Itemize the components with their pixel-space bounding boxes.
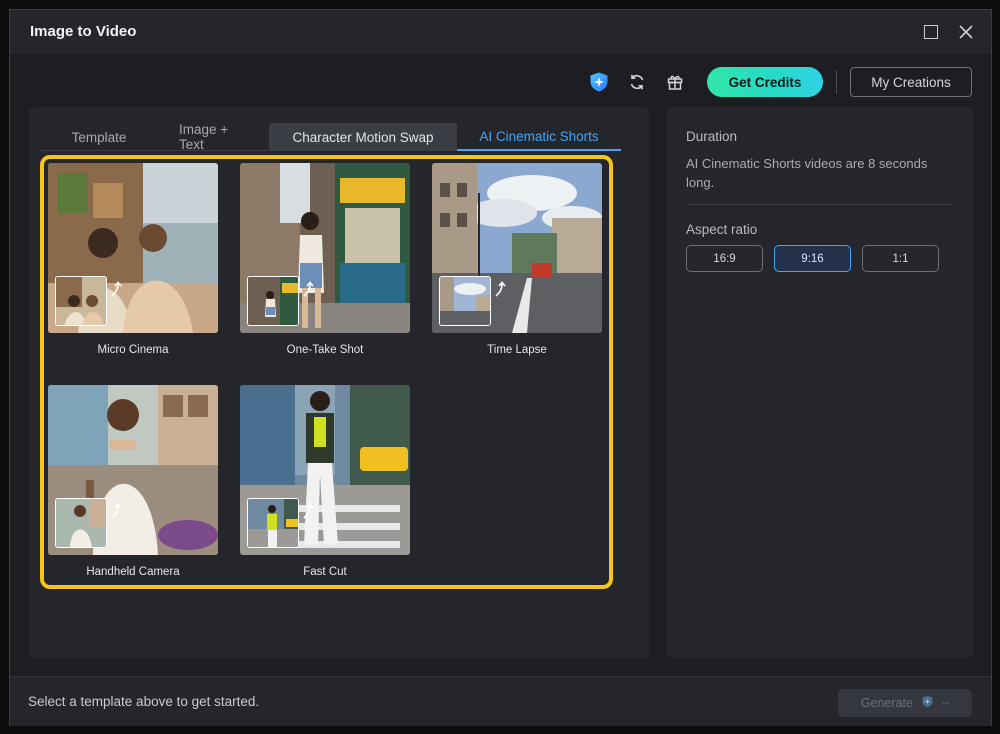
- footer-bar: Select a template above to get started. …: [10, 676, 991, 726]
- source-image-thumbnail: [439, 276, 491, 326]
- gift-icon[interactable]: [663, 70, 687, 94]
- template-thumbnail: [48, 163, 218, 333]
- template-card-fast-cut[interactable]: Fast Cut: [240, 385, 410, 578]
- tab-ai-cinematic-shorts[interactable]: AI Cinematic Shorts: [457, 123, 621, 151]
- dialog-title: Image to Video: [30, 23, 137, 40]
- tab-template[interactable]: Template: [41, 123, 157, 151]
- template-label: Time Lapse: [487, 344, 547, 356]
- generate-cost: --: [941, 697, 950, 709]
- template-label: One-Take Shot: [286, 344, 364, 356]
- source-image-thumbnail: [55, 276, 107, 326]
- my-creations-button[interactable]: My Creations: [850, 67, 972, 97]
- tab-character-motion-swap[interactable]: Character Motion Swap: [269, 123, 457, 151]
- tab-bar: Template Image + Text Character Motion S…: [41, 122, 621, 152]
- template-label: Fast Cut: [303, 566, 347, 578]
- footer-hint: Select a template above to get started.: [28, 694, 260, 709]
- source-image-thumbnail: [55, 498, 107, 548]
- aspect-ratio-16-9-button[interactable]: 16:9: [686, 245, 763, 272]
- template-grid-highlight: Micro Cinema One-Take Shot Time Lapse Ha…: [40, 155, 613, 589]
- generate-button[interactable]: Generate --: [838, 689, 972, 717]
- aspect-ratio-9-16-button[interactable]: 9:16: [774, 245, 851, 272]
- generate-label: Generate: [860, 696, 913, 710]
- template-thumbnail: [240, 163, 410, 333]
- template-thumbnail: [240, 385, 410, 555]
- template-thumbnail: [432, 163, 602, 333]
- arrow-icon: [495, 281, 506, 297]
- arrow-icon: [111, 281, 122, 297]
- template-card-handheld-camera[interactable]: Handheld Camera: [48, 385, 218, 578]
- image-to-video-dialog: Image to Video Get Credits My Creations: [9, 9, 992, 726]
- title-bar: Image to Video: [10, 10, 991, 54]
- arrow-icon: [303, 503, 314, 519]
- refresh-icon[interactable]: [625, 70, 649, 94]
- ai-credits-icon: [921, 695, 934, 711]
- aspect-ratio-heading: Aspect ratio: [686, 222, 758, 237]
- template-label: Handheld Camera: [86, 566, 180, 578]
- template-thumbnail: [48, 385, 218, 555]
- duration-heading: Duration: [686, 129, 738, 144]
- template-panel: Template Image + Text Character Motion S…: [29, 107, 649, 658]
- get-credits-button[interactable]: Get Credits: [707, 67, 823, 97]
- source-image-thumbnail: [247, 498, 299, 548]
- toolbar-divider: [836, 70, 837, 94]
- source-image-thumbnail: [247, 276, 299, 326]
- template-card-one-take-shot[interactable]: One-Take Shot: [240, 163, 410, 356]
- tab-image-text[interactable]: Image + Text: [157, 122, 269, 152]
- maximize-icon[interactable]: [921, 22, 941, 42]
- duration-description: AI Cinematic Shorts videos are 8 seconds…: [686, 156, 928, 190]
- template-card-micro-cinema[interactable]: Micro Cinema: [48, 163, 218, 356]
- settings-panel: Duration AI Cinematic Shorts videos are …: [667, 107, 973, 658]
- template-card-time-lapse[interactable]: Time Lapse: [432, 163, 602, 356]
- close-icon[interactable]: [956, 22, 976, 42]
- ai-credits-icon[interactable]: [587, 70, 611, 94]
- template-label: Micro Cinema: [97, 344, 169, 356]
- settings-divider: [686, 204, 954, 205]
- arrow-icon: [303, 281, 314, 297]
- arrow-icon: [111, 503, 122, 519]
- aspect-ratio-1-1-button[interactable]: 1:1: [862, 245, 939, 272]
